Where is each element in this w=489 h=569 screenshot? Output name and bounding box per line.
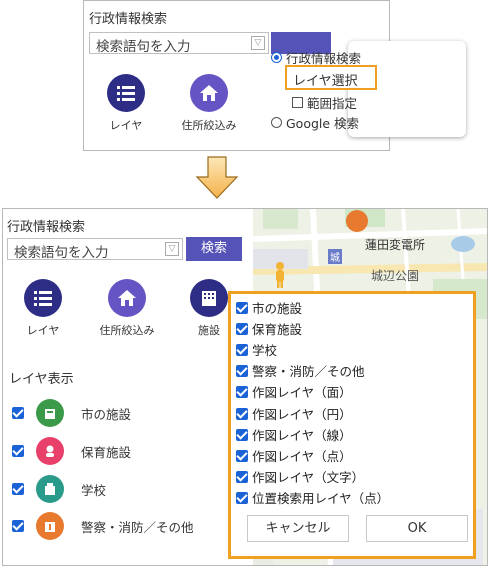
popup-layer-item[interactable]: 作図レイヤ（線） [236,425,352,444]
checkbox-checked-icon[interactable] [236,322,248,335]
layer-select-option[interactable]: レイヤ選択 [285,65,377,90]
radio-selected-icon [271,52,282,63]
search-placeholder: 検索語句を入力 [14,245,109,261]
popup-layer-label: 位置検索用レイヤ（点） [252,491,390,506]
checkbox-checked-icon[interactable] [236,470,248,483]
police-fire-icon [36,512,64,540]
layer-row[interactable]: 保育施設 [12,437,252,465]
address-filter-button[interactable]: 住所絞込み [87,279,167,338]
map-label-castle: 城 [328,249,342,264]
city-facility-icon [36,399,64,427]
chevron-down-icon[interactable]: ▽ [251,36,265,50]
layer-row[interactable]: 市の施設 [12,399,252,427]
popup-layer-label: 市の施設 [252,301,303,316]
popup-layer-label: 学校 [252,343,278,358]
layer-button-label: レイヤ [109,119,143,132]
layer-section-title: レイヤ表示 [9,372,74,387]
chevron-down-icon[interactable]: ▽ [165,242,179,256]
popup-layer-item[interactable]: 学校 [236,340,277,359]
layer-label: 市の施設 [81,406,132,422]
popup-layer-item[interactable]: 作図レイヤ（円） [236,404,352,423]
checkbox-checked-icon[interactable] [236,343,248,356]
popup-layer-label: 作図レイヤ（線） [252,428,352,443]
popup-layer-item[interactable]: 作図レイヤ（面） [236,382,352,401]
checkbox-checked-icon[interactable] [236,428,248,441]
search-input[interactable]: 検索語句を入力 ▽ [89,32,269,55]
layer-label: 警察・消防／その他 [81,519,194,535]
list-icon [24,279,62,317]
panel-title: 行政情報検索 [89,12,168,27]
checkbox-empty-icon [292,97,303,108]
popup-layer-label: 作図レイヤ（面） [252,385,352,400]
address-filter-label: 住所絞込み [181,119,237,132]
radio-empty-icon [271,117,282,128]
popup-layer-item[interactable]: 位置検索用レイヤ（点） [236,488,389,507]
checkbox-checked-icon[interactable] [236,364,248,377]
cancel-button[interactable]: キャンセル [247,515,349,542]
popup-layer-item[interactable]: 作図レイヤ（文字） [236,467,364,486]
checkbox-checked-icon[interactable] [236,385,248,398]
popup-layer-label: 作図レイヤ（文字） [252,470,365,485]
layer-select-dialog: 市の施設 保育施設 学校 警察・消防／その他 作図レイヤ（面） 作図レイヤ（円）… [228,291,476,559]
school-icon [36,475,64,503]
home-icon [190,74,228,112]
layer-select-label: レイヤ選択 [293,74,358,89]
checkbox-checked-icon[interactable] [12,483,24,495]
panel-title: 行政情報検索 [7,220,86,235]
map-facility-marker-icon[interactable] [346,210,368,232]
home-icon [108,279,146,317]
map-label-park: 城辺公園 [371,269,420,283]
checkbox-checked-icon[interactable] [12,520,24,532]
childcare-icon [36,437,64,465]
arrow-down-icon [195,156,239,199]
address-filter-label: 住所絞込み [99,324,155,337]
popup-layer-item[interactable]: 作図レイヤ（点） [236,446,352,465]
address-filter-button[interactable]: 住所絞込み [169,74,249,133]
list-icon [107,74,145,112]
map-label-substation: 蓮田変電所 [365,238,426,252]
checkbox-range[interactable]: 範囲指定 [292,93,357,112]
popup-layer-label: 作図レイヤ（円） [252,407,352,422]
layer-button[interactable]: レイヤ [15,279,71,338]
search-input[interactable]: 検索語句を入力 ▽ [7,238,183,261]
ok-button[interactable]: OK [366,515,468,542]
checkbox-checked-icon[interactable] [236,491,248,504]
search-button[interactable]: 検索 [186,237,242,261]
checkbox-range-label: 範囲指定 [307,96,358,111]
search-placeholder: 検索語句を入力 [96,39,191,55]
layer-label: 学校 [81,482,107,498]
popup-layer-label: 保育施設 [252,322,303,337]
popup-layer-label: 警察・消防／その他 [252,364,365,379]
layer-row[interactable]: 警察・消防／その他 [12,512,252,540]
checkbox-checked-icon[interactable] [236,449,248,462]
checkbox-checked-icon[interactable] [236,301,248,314]
layer-label: 保育施設 [81,444,132,460]
radio-google-search-label: Google 検索 [286,116,360,131]
popup-layer-label: 作図レイヤ（点） [252,449,352,464]
checkbox-checked-icon[interactable] [236,407,248,420]
checkbox-checked-icon[interactable] [12,445,24,457]
layer-row[interactable]: 学校 [12,475,252,503]
radio-google-search[interactable]: Google 検索 [271,113,359,132]
bottom-search-panel: 蓮田変電所 城 城辺公園 行政情報検索 検索語句を入力 ▽ 検索 レイヤ 住所絞… [2,208,488,566]
checkbox-checked-icon[interactable] [12,407,24,419]
layer-button-label: レイヤ [26,324,60,337]
layer-button[interactable]: レイヤ [98,74,154,133]
street-view-pegman-icon[interactable] [273,261,287,289]
popup-layer-item[interactable]: 市の施設 [236,298,302,317]
popup-layer-item[interactable]: 保育施設 [236,319,302,338]
popup-layer-item[interactable]: 警察・消防／その他 [236,361,365,380]
building-icon [190,279,228,317]
